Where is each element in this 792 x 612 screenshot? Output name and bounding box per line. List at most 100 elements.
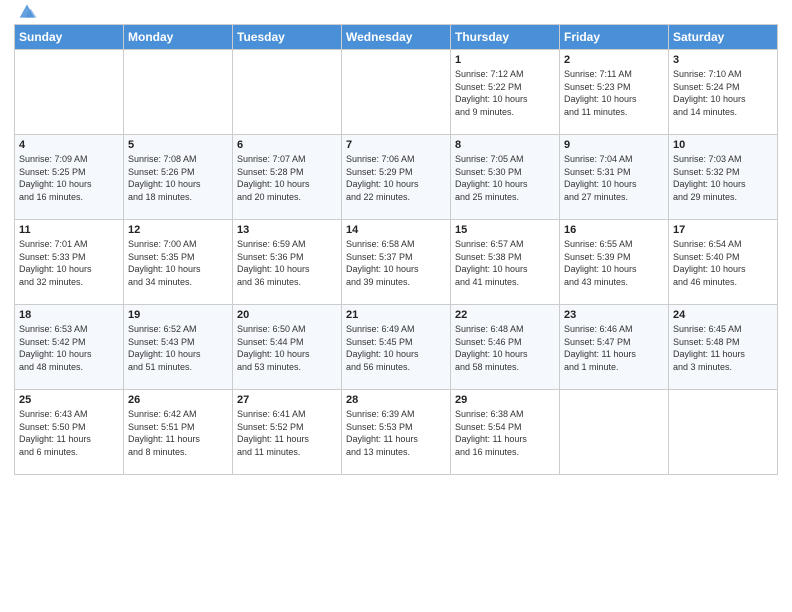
calendar-cell: 22 Sunrise: 6:48 AM Sunset: 5:46 PM Dayli…	[451, 305, 560, 390]
day-number: 12	[128, 224, 228, 236]
calendar-cell: 26 Sunrise: 6:42 AM Sunset: 5:51 PM Dayli…	[124, 390, 233, 475]
calendar-cell	[233, 50, 342, 135]
calendar-cell: 20 Sunrise: 6:50 AM Sunset: 5:44 PM Dayli…	[233, 305, 342, 390]
day-info: Sunrise: 6:55 AM Sunset: 5:39 PM Dayligh…	[564, 238, 664, 288]
day-number: 21	[346, 309, 446, 321]
calendar-cell: 25 Sunrise: 6:43 AM Sunset: 5:50 PM Dayli…	[15, 390, 124, 475]
day-info: Sunrise: 6:59 AM Sunset: 5:36 PM Dayligh…	[237, 238, 337, 288]
calendar-cell	[342, 50, 451, 135]
calendar-cell: 5 Sunrise: 7:08 AM Sunset: 5:26 PM Daylig…	[124, 135, 233, 220]
day-number: 16	[564, 224, 664, 236]
day-number: 11	[19, 224, 119, 236]
header-sunday: Sunday	[15, 25, 124, 50]
day-info: Sunrise: 6:58 AM Sunset: 5:37 PM Dayligh…	[346, 238, 446, 288]
calendar-cell: 29 Sunrise: 6:38 AM Sunset: 5:54 PM Dayli…	[451, 390, 560, 475]
day-number: 3	[673, 54, 773, 66]
day-info: Sunrise: 7:04 AM Sunset: 5:31 PM Dayligh…	[564, 153, 664, 203]
calendar-cell: 12Sunrise: 7:00 AM Sunset: 5:35 PM Dayli…	[124, 220, 233, 305]
logo	[14, 10, 38, 18]
calendar-table: SundayMondayTuesdayWednesdayThursdayFrid…	[14, 24, 778, 475]
day-number: 1	[455, 54, 555, 66]
day-number: 13	[237, 224, 337, 236]
day-info: Sunrise: 6:45 AM Sunset: 5:48 PM Dayligh…	[673, 323, 773, 373]
day-number: 10	[673, 139, 773, 151]
day-number: 8	[455, 139, 555, 151]
day-number: 26	[128, 394, 228, 406]
calendar-cell: 28 Sunrise: 6:39 AM Sunset: 5:53 PM Dayli…	[342, 390, 451, 475]
day-info: Sunrise: 6:50 AM Sunset: 5:44 PM Dayligh…	[237, 323, 337, 373]
calendar-cell: 16 Sunrise: 6:55 AM Sunset: 5:39 PM Dayli…	[560, 220, 669, 305]
calendar-cell: 21 Sunrise: 6:49 AM Sunset: 5:45 PM Dayli…	[342, 305, 451, 390]
day-info: Sunrise: 7:07 AM Sunset: 5:28 PM Dayligh…	[237, 153, 337, 203]
day-number: 18	[19, 309, 119, 321]
day-number: 29	[455, 394, 555, 406]
day-info: Sunrise: 6:52 AM Sunset: 5:43 PM Dayligh…	[128, 323, 228, 373]
day-info: Sunrise: 6:41 AM Sunset: 5:52 PM Dayligh…	[237, 408, 337, 458]
calendar-cell: 18 Sunrise: 6:53 AM Sunset: 5:42 PM Dayli…	[15, 305, 124, 390]
calendar-cell: 7 Sunrise: 7:06 AM Sunset: 5:29 PM Daylig…	[342, 135, 451, 220]
calendar-cell	[560, 390, 669, 475]
header-saturday: Saturday	[669, 25, 778, 50]
day-number: 19	[128, 309, 228, 321]
week-row-5: 25 Sunrise: 6:43 AM Sunset: 5:50 PM Dayli…	[15, 390, 778, 475]
day-info: Sunrise: 6:53 AM Sunset: 5:42 PM Dayligh…	[19, 323, 119, 373]
day-info: Sunrise: 7:12 AM Sunset: 5:22 PM Dayligh…	[455, 68, 555, 118]
calendar-cell: 19 Sunrise: 6:52 AM Sunset: 5:43 PM Dayli…	[124, 305, 233, 390]
day-number: 23	[564, 309, 664, 321]
calendar-cell: 24 Sunrise: 6:45 AM Sunset: 5:48 PM Dayli…	[669, 305, 778, 390]
day-number: 27	[237, 394, 337, 406]
day-number: 4	[19, 139, 119, 151]
day-number: 7	[346, 139, 446, 151]
logo-icon	[16, 0, 38, 22]
day-info: Sunrise: 6:42 AM Sunset: 5:51 PM Dayligh…	[128, 408, 228, 458]
day-number: 25	[19, 394, 119, 406]
calendar-cell: 8 Sunrise: 7:05 AM Sunset: 5:30 PM Daylig…	[451, 135, 560, 220]
calendar-cell: 23 Sunrise: 6:46 AM Sunset: 5:47 PM Dayli…	[560, 305, 669, 390]
day-info: Sunrise: 6:49 AM Sunset: 5:45 PM Dayligh…	[346, 323, 446, 373]
calendar-cell: 13 Sunrise: 6:59 AM Sunset: 5:36 PM Dayli…	[233, 220, 342, 305]
day-info: Sunrise: 7:09 AM Sunset: 5:25 PM Dayligh…	[19, 153, 119, 203]
day-info: Sunrise: 6:43 AM Sunset: 5:50 PM Dayligh…	[19, 408, 119, 458]
day-info: Sunrise: 7:10 AM Sunset: 5:24 PM Dayligh…	[673, 68, 773, 118]
day-number: 9	[564, 139, 664, 151]
day-info: Sunrise: 6:38 AM Sunset: 5:54 PM Dayligh…	[455, 408, 555, 458]
calendar-cell	[124, 50, 233, 135]
day-number: 24	[673, 309, 773, 321]
header-friday: Friday	[560, 25, 669, 50]
header-tuesday: Tuesday	[233, 25, 342, 50]
day-number: 20	[237, 309, 337, 321]
day-info: Sunrise: 7:08 AM Sunset: 5:26 PM Dayligh…	[128, 153, 228, 203]
week-row-4: 18 Sunrise: 6:53 AM Sunset: 5:42 PM Dayli…	[15, 305, 778, 390]
calendar-cell: 17Sunrise: 6:54 AM Sunset: 5:40 PM Dayli…	[669, 220, 778, 305]
day-info: Sunrise: 6:39 AM Sunset: 5:53 PM Dayligh…	[346, 408, 446, 458]
calendar-cell: 4 Sunrise: 7:09 AM Sunset: 5:25 PM Daylig…	[15, 135, 124, 220]
day-number: 22	[455, 309, 555, 321]
week-row-2: 4 Sunrise: 7:09 AM Sunset: 5:25 PM Daylig…	[15, 135, 778, 220]
day-info: Sunrise: 7:01 AM Sunset: 5:33 PM Dayligh…	[19, 238, 119, 288]
calendar-cell: 1 Sunrise: 7:12 AM Sunset: 5:22 PM Daylig…	[451, 50, 560, 135]
day-info: Sunrise: 7:05 AM Sunset: 5:30 PM Dayligh…	[455, 153, 555, 203]
day-number: 2	[564, 54, 664, 66]
calendar-cell: 2 Sunrise: 7:11 AM Sunset: 5:23 PM Daylig…	[560, 50, 669, 135]
calendar-cell: 11 Sunrise: 7:01 AM Sunset: 5:33 PM Dayli…	[15, 220, 124, 305]
day-number: 28	[346, 394, 446, 406]
calendar-cell	[15, 50, 124, 135]
day-info: Sunrise: 7:03 AM Sunset: 5:32 PM Dayligh…	[673, 153, 773, 203]
header-wednesday: Wednesday	[342, 25, 451, 50]
calendar-header-row: SundayMondayTuesdayWednesdayThursdayFrid…	[15, 25, 778, 50]
header-thursday: Thursday	[451, 25, 560, 50]
day-info: Sunrise: 6:54 AM Sunset: 5:40 PM Dayligh…	[673, 238, 773, 288]
calendar-cell: 27 Sunrise: 6:41 AM Sunset: 5:52 PM Dayli…	[233, 390, 342, 475]
day-info: Sunrise: 7:11 AM Sunset: 5:23 PM Dayligh…	[564, 68, 664, 118]
day-number: 15	[455, 224, 555, 236]
calendar-cell: 9 Sunrise: 7:04 AM Sunset: 5:31 PM Daylig…	[560, 135, 669, 220]
day-info: Sunrise: 7:06 AM Sunset: 5:29 PM Dayligh…	[346, 153, 446, 203]
day-number: 5	[128, 139, 228, 151]
calendar-cell: 14 Sunrise: 6:58 AM Sunset: 5:37 PM Dayli…	[342, 220, 451, 305]
header-monday: Monday	[124, 25, 233, 50]
day-info: Sunrise: 6:57 AM Sunset: 5:38 PM Dayligh…	[455, 238, 555, 288]
day-number: 14	[346, 224, 446, 236]
day-info: Sunrise: 6:46 AM Sunset: 5:47 PM Dayligh…	[564, 323, 664, 373]
day-info: Sunrise: 6:48 AM Sunset: 5:46 PM Dayligh…	[455, 323, 555, 373]
week-row-1: 1 Sunrise: 7:12 AM Sunset: 5:22 PM Daylig…	[15, 50, 778, 135]
